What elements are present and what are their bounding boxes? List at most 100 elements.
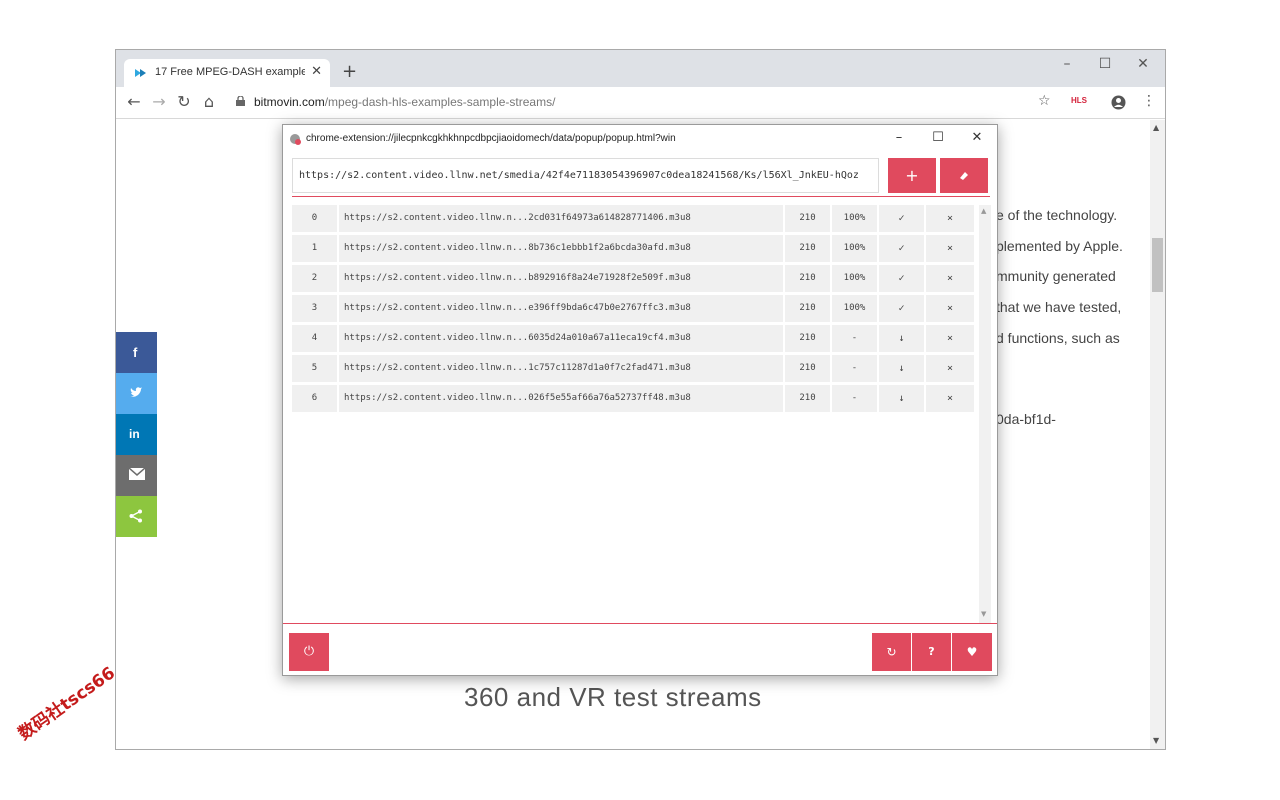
row-index: 0 — [292, 205, 339, 232]
heart-icon: ♥ — [966, 645, 978, 659]
question-icon: ? — [928, 645, 935, 658]
svg-text:in: in — [129, 427, 140, 441]
row-index: 2 — [292, 265, 339, 292]
done-check-icon[interactable]: ✓ — [879, 205, 926, 232]
download-arrow-icon[interactable]: ↓ — [879, 325, 926, 352]
reload-list-button[interactable]: ↻ — [872, 633, 911, 671]
popup-footer: ⏻ ↻ ? ♥ — [283, 623, 997, 675]
popup-close-icon[interactable]: ✕ — [965, 130, 989, 145]
close-icon[interactable]: ✕ — [1128, 56, 1158, 72]
popup-titlebar: chrome-extension://jilecpnkcgkhkhnpcdbpc… — [283, 125, 997, 153]
scroll-up-icon[interactable]: ▲ — [1153, 123, 1159, 132]
clear-url-button[interactable] — [940, 158, 988, 193]
done-check-icon[interactable]: ✓ — [879, 235, 926, 262]
generic-share-button[interactable] — [116, 496, 157, 537]
page-text-line: that we have tested, — [996, 299, 1122, 315]
popup-url-title: chrome-extension://jilecpnkcgkhkhnpcdbpc… — [306, 133, 676, 144]
row-progress: - — [832, 355, 879, 382]
help-button[interactable]: ? — [912, 633, 951, 671]
download-arrow-icon[interactable]: ↓ — [879, 355, 926, 382]
twitter-share-button[interactable] — [116, 373, 157, 414]
row-index: 6 — [292, 385, 339, 412]
remove-row-icon[interactable]: × — [926, 325, 974, 352]
row-size: 210 — [785, 355, 832, 382]
back-arrow-icon[interactable]: ← — [124, 92, 144, 111]
remove-row-icon[interactable]: × — [926, 295, 974, 322]
minimize-icon[interactable]: – — [1052, 56, 1082, 72]
list-scrollbar[interactable]: ▲ ▼ — [979, 205, 991, 623]
forward-arrow-icon[interactable]: → — [149, 92, 169, 111]
new-tab-button[interactable]: + — [342, 61, 357, 82]
power-button[interactable]: ⏻ — [289, 633, 329, 671]
remove-row-icon[interactable]: × — [926, 205, 974, 232]
row-size: 210 — [785, 265, 832, 292]
row-url: https://s2.content.video.llnw.n...1c757c… — [339, 355, 785, 382]
lock-icon — [236, 96, 245, 106]
row-url: https://s2.content.video.llnw.n...8b736c… — [339, 235, 785, 262]
watermark-text: 数码社tscs66 — [14, 663, 119, 745]
tab-active[interactable]: 17 Free MPEG-DASH example an ✕ — [124, 59, 330, 87]
segment-row: 1 https://s2.content.video.llnw.n...8b736… — [292, 235, 974, 262]
hls-extension-icon[interactable]: HLS — [1071, 96, 1087, 105]
plus-icon: + — [905, 166, 919, 185]
segment-row: 2 https://s2.content.video.llnw.n...b8929… — [292, 265, 974, 292]
row-index: 4 — [292, 325, 339, 352]
browser-toolbar: ← → ↻ ⌂ bitmovin.com/mpeg-dash-hls-examp… — [116, 87, 1165, 119]
bookmark-star-icon[interactable]: ☆ — [1038, 93, 1051, 109]
row-url: https://s2.content.video.llnw.n...b89291… — [339, 265, 785, 292]
remove-row-icon[interactable]: × — [926, 385, 974, 412]
download-arrow-icon[interactable]: ↓ — [879, 385, 926, 412]
maximize-icon[interactable]: ☐ — [1090, 56, 1120, 72]
scroll-down-icon[interactable]: ▼ — [1153, 736, 1159, 745]
row-progress: - — [832, 325, 879, 352]
page-text-line: e of the technology. — [996, 207, 1118, 223]
row-progress: 100% — [832, 205, 879, 232]
url-host: bitmovin.com — [254, 95, 325, 109]
done-check-icon[interactable]: ✓ — [879, 295, 926, 322]
segment-row: 4 https://s2.content.video.llnw.n...6035d… — [292, 325, 974, 352]
segment-row: 6 https://s2.content.video.llnw.n...026f5… — [292, 385, 974, 412]
email-share-button[interactable] — [116, 455, 157, 496]
email-icon — [129, 468, 145, 480]
row-index: 1 — [292, 235, 339, 262]
page-text-line: plemented by Apple. — [996, 238, 1123, 254]
add-url-button[interactable]: + — [888, 158, 936, 193]
eraser-icon — [960, 172, 968, 180]
home-icon[interactable]: ⌂ — [199, 92, 219, 111]
popup-maximize-icon[interactable]: ☐ — [926, 130, 950, 145]
list-scroll-up-icon[interactable]: ▲ — [981, 207, 986, 215]
linkedin-icon: in — [129, 427, 140, 441]
popup-minimize-icon[interactable]: – — [887, 130, 911, 145]
row-progress: 100% — [832, 295, 879, 322]
page-scrollbar[interactable]: ▲ ▼ — [1150, 120, 1165, 749]
remove-row-icon[interactable]: × — [926, 355, 974, 382]
remove-row-icon[interactable]: × — [926, 265, 974, 292]
segment-list: 0 https://s2.content.video.llnw.n...2cd03… — [292, 205, 976, 623]
twitter-icon — [130, 387, 142, 397]
account-icon[interactable] — [1111, 95, 1126, 110]
facebook-share-button[interactable]: f — [116, 332, 157, 373]
list-scroll-down-icon[interactable]: ▼ — [981, 610, 986, 618]
done-check-icon[interactable]: ✓ — [879, 265, 926, 292]
facebook-icon: f — [133, 345, 138, 359]
favorite-button[interactable]: ♥ — [952, 633, 992, 671]
tab-strip: 17 Free MPEG-DASH example an ✕ + – ☐ ✕ — [116, 50, 1165, 87]
tab-close-icon[interactable]: ✕ — [311, 64, 322, 79]
row-url: https://s2.content.video.llnw.n...2cd031… — [339, 205, 785, 232]
linkedin-share-button[interactable]: in — [116, 414, 157, 455]
reload-icon[interactable]: ↻ — [174, 92, 194, 111]
address-bar[interactable]: bitmovin.com/mpeg-dash-hls-examples-samp… — [236, 93, 1036, 113]
stream-url-input[interactable] — [292, 158, 879, 193]
segment-row: 0 https://s2.content.video.llnw.n...2cd03… — [292, 205, 974, 232]
bitmovin-logo-icon — [135, 69, 146, 77]
row-size: 210 — [785, 385, 832, 412]
row-progress: - — [832, 385, 879, 412]
tab-title: 17 Free MPEG-DASH example an — [155, 66, 305, 78]
scroll-thumb[interactable] — [1152, 238, 1163, 292]
segment-row: 3 https://s2.content.video.llnw.n...e396f… — [292, 295, 974, 322]
url-path: /mpeg-dash-hls-examples-sample-streams/ — [324, 95, 556, 109]
menu-icon[interactable]: ⋮ — [1142, 93, 1156, 109]
remove-row-icon[interactable]: × — [926, 235, 974, 262]
section-heading: 360 and VR test streams — [464, 682, 762, 712]
url-entry-row: + — [292, 157, 990, 197]
